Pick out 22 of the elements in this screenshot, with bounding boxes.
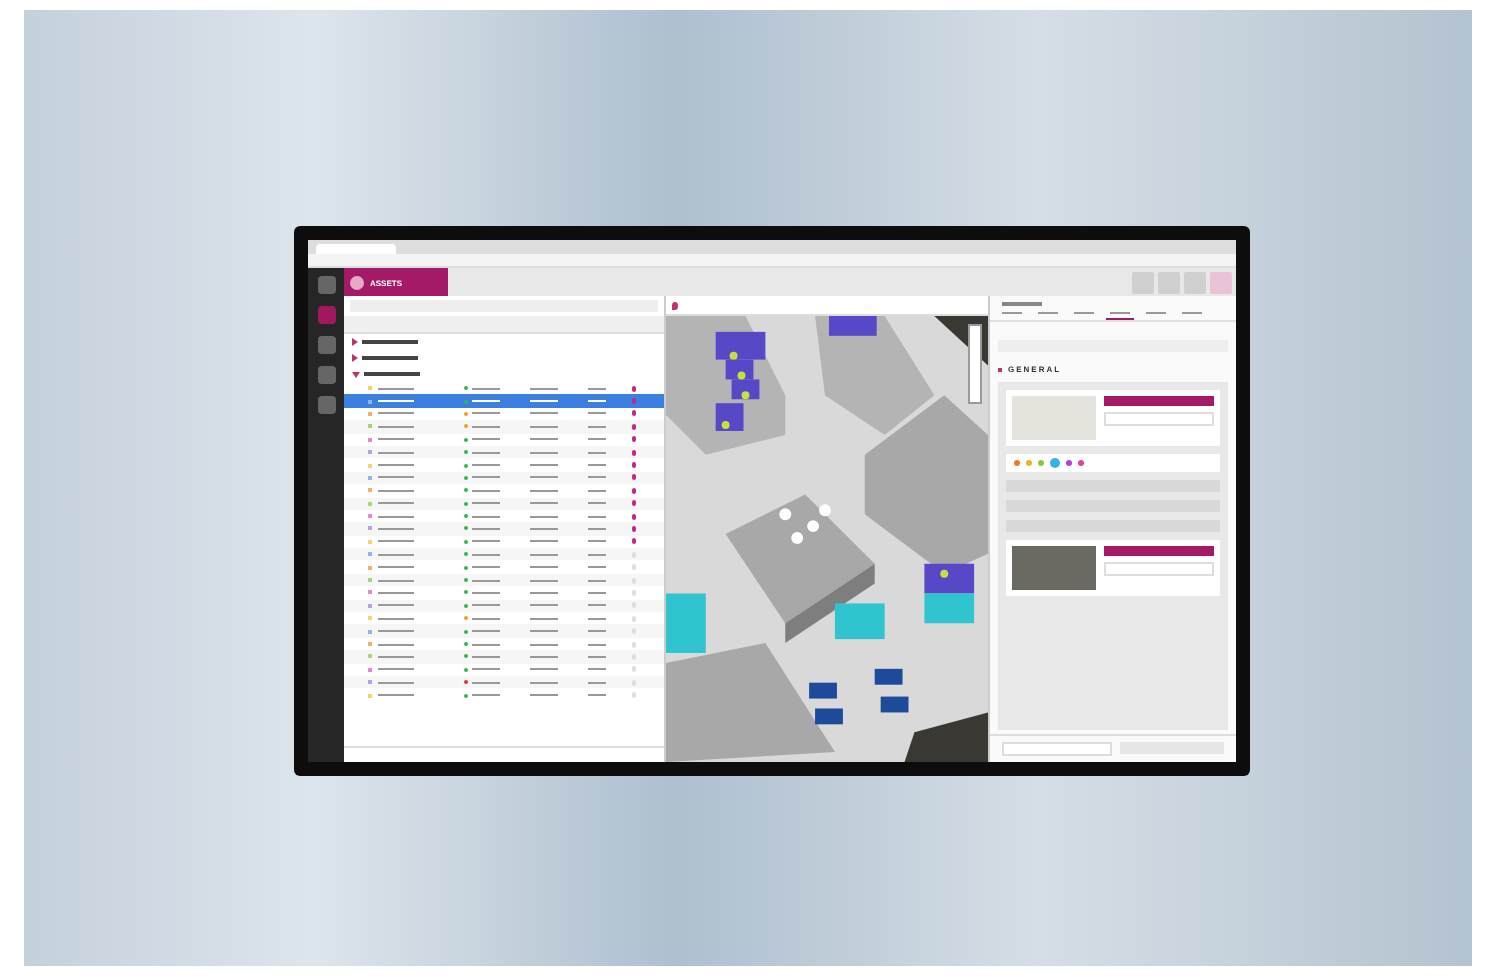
color-swatch[interactable]	[1014, 460, 1020, 466]
color-swatch[interactable]	[1038, 460, 1044, 466]
asset-row[interactable]	[344, 650, 664, 664]
color-swatch[interactable]	[1066, 460, 1072, 466]
asset-row[interactable]	[344, 394, 664, 408]
color-swatch[interactable]	[1050, 458, 1060, 468]
color-swatch[interactable]	[1078, 460, 1084, 466]
pin-icon	[672, 301, 678, 309]
map-thumbnail-placeholder	[1012, 396, 1096, 440]
asset-row[interactable]	[344, 522, 664, 536]
asset-row[interactable]	[344, 445, 664, 459]
asset-row[interactable]	[344, 599, 664, 613]
color-swatch[interactable]	[1026, 460, 1032, 466]
photo-placeholder	[1012, 546, 1096, 590]
asset-row[interactable]	[344, 497, 664, 510]
asset-row[interactable]	[344, 548, 664, 561]
zoom-controls[interactable]	[968, 324, 982, 404]
asset-row[interactable]	[344, 675, 664, 689]
asset-row[interactable]	[344, 471, 664, 485]
asset-row[interactable]	[344, 573, 664, 587]
asset-row[interactable]	[344, 624, 664, 638]
asset-row[interactable]	[344, 420, 664, 434]
